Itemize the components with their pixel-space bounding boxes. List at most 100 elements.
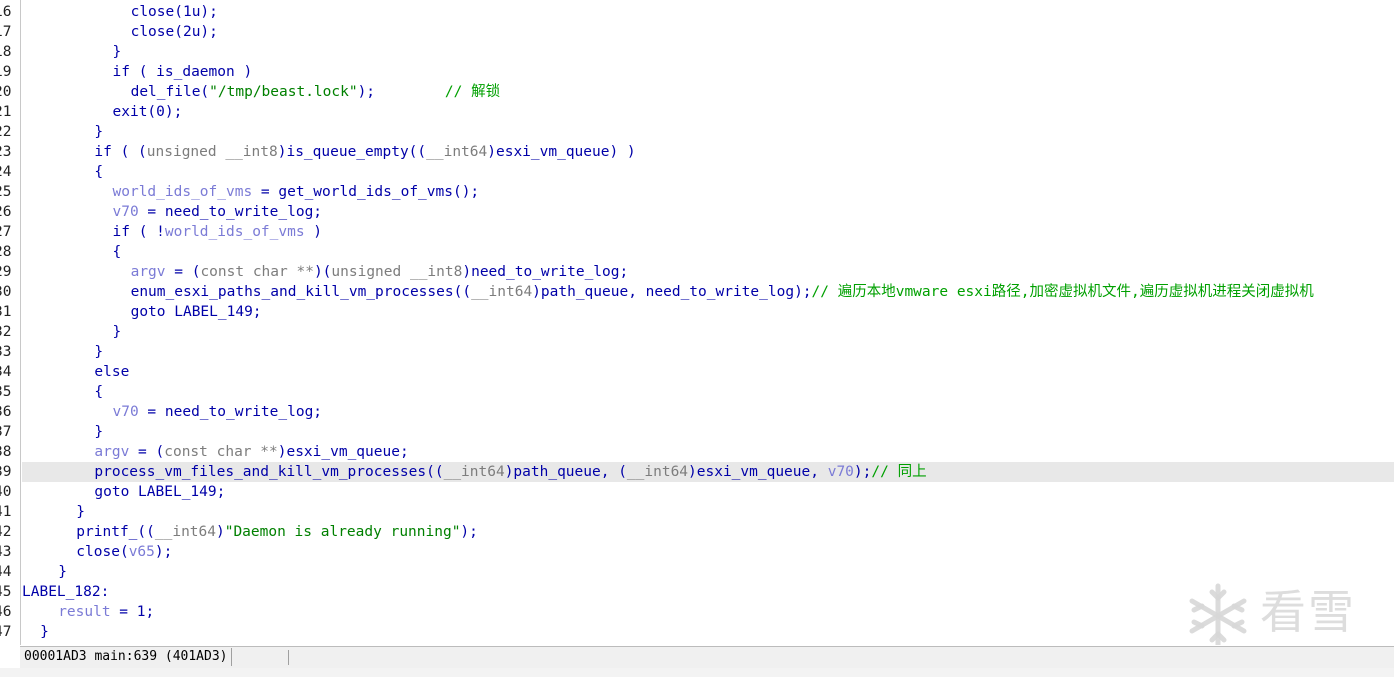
code-line[interactable]: goto LABEL_149; [22,482,1394,502]
code-line[interactable]: del_file("/tmp/beast.lock"); // 解锁 [22,82,1394,102]
code-token-var[interactable]: v70 [113,204,139,220]
code-token-plain[interactable]: if ( ( [94,144,146,160]
code-line[interactable]: close(v65); [22,542,1394,562]
code-line[interactable]: argv = (const char **)(unsigned __int8)n… [22,262,1394,282]
code-token-plain[interactable]: )esxi_vm_queue; [278,444,409,460]
code-line[interactable]: if ( !world_ids_of_vms ) [22,222,1394,242]
code-token-plain[interactable]: } [76,504,85,520]
code-token-type[interactable]: const char ** [164,444,278,460]
code-line[interactable]: } [22,422,1394,442]
code-token-plain[interactable]: )esxi_vm_queue, [688,464,828,480]
code-token-plain[interactable]: = ( [166,264,200,280]
code-token-plain[interactable]: else [94,364,129,380]
code-token-plain[interactable]: } [94,124,103,140]
code-token-plain[interactable]: = get_world_ids_of_vms(); [252,184,479,200]
code-token-plain[interactable]: ); [358,84,445,100]
code-token-plain[interactable]: ); [460,524,477,540]
code-line[interactable]: goto LABEL_149; [22,302,1394,322]
code-token-plain[interactable]: } [113,324,122,340]
code-token-var[interactable]: argv [131,264,166,280]
code-token-plain[interactable]: )is_queue_empty(( [278,144,426,160]
code-token-plain[interactable]: ) [305,224,322,240]
code-token-plain[interactable]: if ( ! [113,224,165,240]
code-token-plain[interactable]: = ( [129,444,164,460]
code-token-plain[interactable]: )path_queue, ( [505,464,627,480]
code-token-plain[interactable]: goto LABEL_149; [131,304,262,320]
code-line[interactable]: } [22,562,1394,582]
code-line[interactable]: } [22,322,1394,342]
code-token-var[interactable]: v65 [129,544,155,560]
code-line[interactable]: } [22,42,1394,62]
code-token-plain[interactable]: )need_to_write_log; [462,264,628,280]
code-token-plain[interactable]: } [40,624,49,640]
code-line[interactable]: result = 1; [22,602,1394,622]
code-line[interactable]: enum_esxi_paths_and_kill_vm_processes((_… [22,282,1394,302]
code-line-current[interactable]: process_vm_files_and_kill_vm_processes((… [22,462,1394,482]
code-token-plain[interactable]: { [94,164,103,180]
code-token-plain[interactable]: close(2u); [131,24,218,40]
code-token-plain[interactable]: close( [76,544,128,560]
pseudocode-view[interactable]: 16 17 18 19 20 21 22 23 24 25 26 27 28 29 30 31 32 33 34 35… [0,0,1394,645]
code-token-plain[interactable]: = need_to_write_log; [139,204,322,220]
code-token-plain[interactable]: goto LABEL_149; [94,484,225,500]
code-line[interactable]: else [22,362,1394,382]
code-token-plain[interactable]: close(1u); [131,4,218,20]
code-token-plain[interactable]: )esxi_vm_queue) ) [487,144,635,160]
code-line[interactable]: printf_((__int64)"Daemon is already runn… [22,522,1394,542]
code-token-var[interactable]: argv [94,444,129,460]
code-token-plain[interactable]: } [94,344,103,360]
code-token-type[interactable]: __int64 [426,144,487,160]
code-line[interactable]: close(1u); [22,2,1394,22]
code-token-plain[interactable]: if ( is_daemon ) [113,64,253,80]
code-line[interactable]: LABEL_182: [22,582,1394,602]
code-line[interactable]: } [22,122,1394,142]
code-token-plain[interactable]: LABEL_182: [22,584,109,600]
code-line[interactable]: { [22,162,1394,182]
code-token-var[interactable]: result [58,604,110,620]
code-token-plain[interactable]: { [94,384,103,400]
code-token-plain[interactable]: )path_queue, need_to_write_log); [532,284,811,300]
line-number: 34 [0,364,12,380]
code-line[interactable]: } [22,622,1394,642]
line-number: 30 [0,284,12,300]
code-line[interactable]: v70 = need_to_write_log; [22,402,1394,422]
code-token-plain[interactable]: del_file( [131,84,210,100]
code-line[interactable]: { [22,382,1394,402]
code-token-plain[interactable]: ); [854,464,871,480]
code-token-var[interactable]: v70 [113,404,139,420]
code-line[interactable]: } [22,502,1394,522]
code-token-type[interactable]: __int64 [444,464,505,480]
code-area[interactable]: close(1u); close(2u);} if ( is_daemon ) del… [22,0,1394,645]
code-token-plain[interactable]: exit(0); [113,104,183,120]
code-token-plain[interactable]: } [113,44,122,60]
code-token-plain[interactable]: enum_esxi_paths_and_kill_vm_processes(( [131,284,471,300]
code-token-type[interactable]: unsigned __int8 [147,144,278,160]
code-token-plain[interactable]: { [113,244,122,260]
code-line[interactable]: if ( (unsigned __int8)is_queue_empty((__… [22,142,1394,162]
code-token-plain[interactable]: process_vm_files_and_kill_vm_processes(( [94,464,443,480]
code-token-plain[interactable]: } [58,564,67,580]
code-line[interactable]: world_ids_of_vms = get_world_ids_of_vms(… [22,182,1394,202]
code-token-plain[interactable]: = 1; [111,604,154,620]
code-line[interactable]: if ( is_daemon ) [22,62,1394,82]
code-line[interactable]: exit(0); [22,102,1394,122]
code-line[interactable]: argv = (const char **)esxi_vm_queue; [22,442,1394,462]
code-token-plain[interactable]: )( [314,264,331,280]
code-token-plain[interactable]: } [94,424,103,440]
code-line[interactable]: close(2u); [22,22,1394,42]
code-token-plain[interactable]: ); [155,544,172,560]
code-line[interactable]: } [22,342,1394,362]
code-token-var[interactable]: v70 [828,464,854,480]
code-token-plain[interactable]: printf_(( [76,524,155,540]
code-token-plain[interactable]: ) [216,524,225,540]
code-line[interactable]: { [22,242,1394,262]
code-token-var[interactable]: world_ids_of_vms [113,184,253,200]
code-token-var[interactable]: world_ids_of_vms [165,224,305,240]
code-line[interactable]: v70 = need_to_write_log; [22,202,1394,222]
code-token-type[interactable]: unsigned __int8 [331,264,462,280]
code-token-type[interactable]: const char ** [200,264,314,280]
code-token-type[interactable]: __int64 [471,284,532,300]
code-token-plain[interactable]: = need_to_write_log; [139,404,322,420]
code-token-type[interactable]: __int64 [627,464,688,480]
code-token-type[interactable]: __int64 [155,524,216,540]
